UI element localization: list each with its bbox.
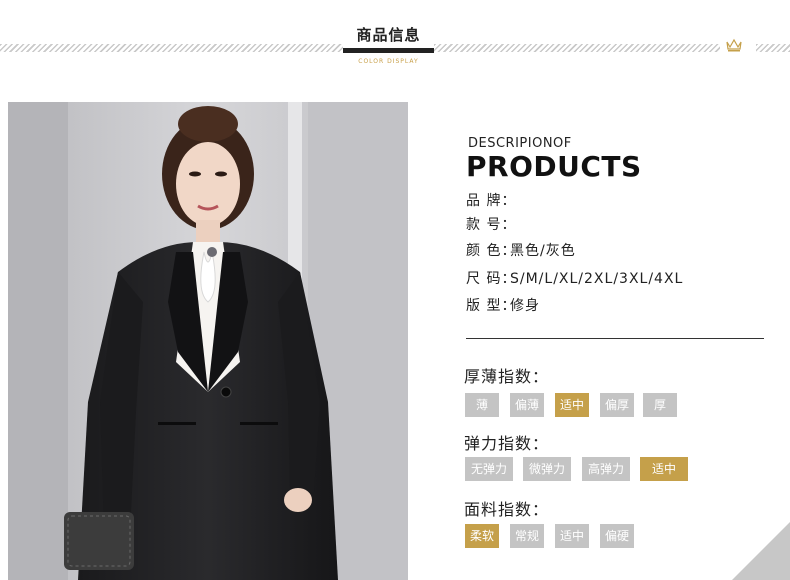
crown-icon [726,38,742,52]
product-photo [8,102,408,580]
spec-size: 尺 码：S/M/L/XL/2XL/3XL/4XL [466,268,683,288]
header-hatch-far [756,44,790,52]
thickness-index-title: 厚薄指数： [464,367,550,386]
option-chip: 微弹力 [523,457,571,481]
option-chip: 偏厚 [600,393,634,417]
divider [466,338,764,339]
option-chip: 薄 [465,393,499,417]
spec-fit: 版 型：修身 [466,295,540,315]
option-chip: 高弹力 [582,457,630,481]
spec-brand: 品 牌： [466,190,517,210]
spec-value: S/M/L/XL/2XL/3XL/4XL [510,271,684,287]
option-chip: 偏硬 [600,524,634,548]
corner-decoration [732,522,790,580]
option-chip-selected: 柔软 [465,524,499,548]
section-title: 商品信息 [356,26,421,44]
option-chip: 适中 [555,524,589,548]
description-heading: PRODUCTS [466,150,642,183]
elasticity-index-title: 弹力指数： [464,434,550,453]
spec-color: 颜 色：黑色/灰色 [466,240,576,260]
option-chip: 常规 [510,524,544,548]
spec-model: 款 号： [466,214,517,234]
spec-label: 款 号： [466,217,517,233]
spec-value: 修身 [510,298,540,314]
option-chip-selected: 适中 [640,457,688,481]
option-chip: 无弹力 [465,457,513,481]
fabric-index-title: 面料指数： [464,500,550,519]
header-hatch-left [0,44,343,52]
option-chip: 厚 [643,393,677,417]
description-small-heading: DESCRIPIONOF [468,136,572,151]
spec-value: 黑色/灰色 [510,243,576,259]
section-subtitle: COLOR DISPLAY [358,58,419,65]
option-chip-selected: 适中 [555,393,589,417]
spec-label: 颜 色： [466,243,517,259]
spec-label: 尺 码： [466,271,517,287]
option-chip: 偏薄 [510,393,544,417]
spec-label: 品 牌： [466,193,517,209]
header-hatch-right [434,44,720,52]
spec-label: 版 型： [466,298,517,314]
section-title-underline [343,48,434,53]
